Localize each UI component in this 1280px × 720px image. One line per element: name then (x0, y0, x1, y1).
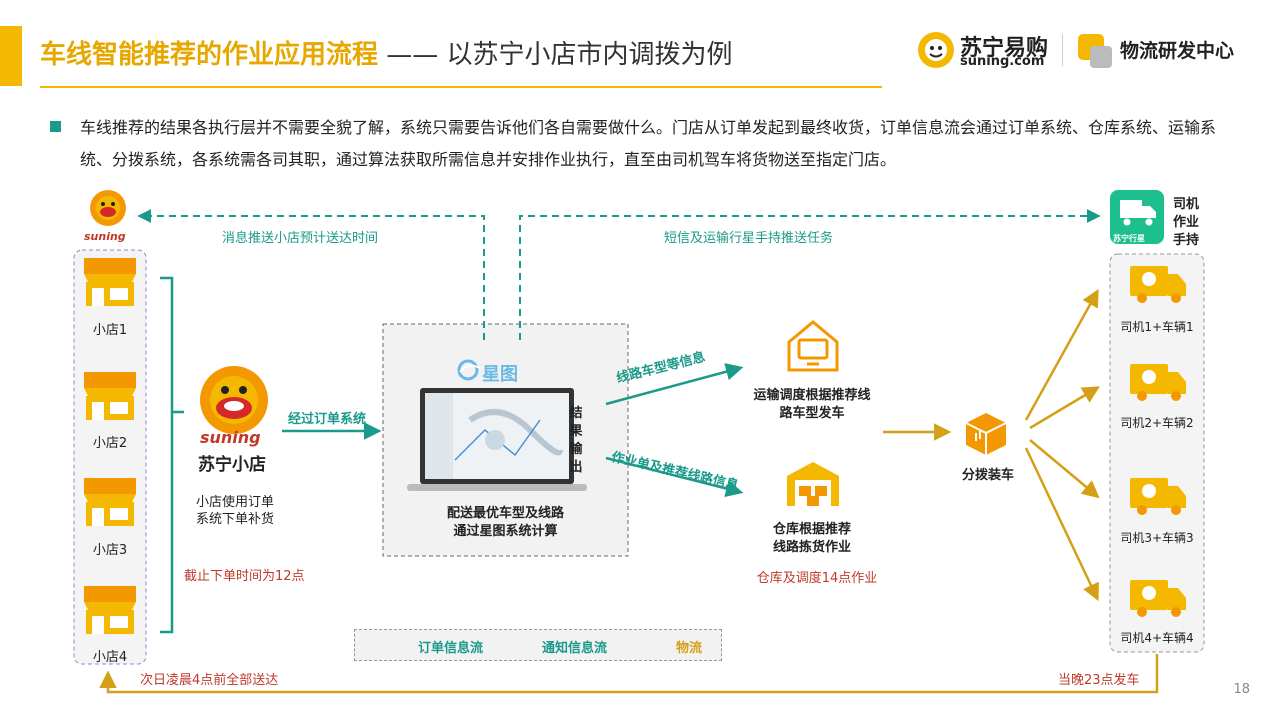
mascot-logo-text: suning (200, 428, 261, 447)
legend-logistics: 物流 (676, 641, 703, 656)
transport-monitor-icon (787, 320, 839, 372)
to-driver1-arrow (1024, 288, 1099, 421)
to-driver3-arrow (1029, 439, 1100, 499)
system-brand: 星图 (482, 364, 518, 385)
warehouse-icon (787, 462, 839, 506)
to-driver4-arrow (1024, 447, 1099, 602)
store-logo-text: suning (84, 230, 126, 243)
mascot-lion-icon (200, 366, 268, 434)
handheld-app-label: 苏宁行星 (1113, 234, 1145, 243)
store-label-1: 小店1 (92, 323, 128, 338)
legend (354, 629, 722, 661)
store-lion-icon (90, 190, 126, 226)
flow-diagram (73, 190, 1205, 694)
legend-order-flow: 订单信息流 (418, 641, 484, 656)
driver-label-4: 司机4+车辆4 (1120, 631, 1194, 645)
depart-time-label: 当晚23点发车 (1058, 673, 1140, 688)
mascot-name: 苏宁小店 (198, 455, 266, 475)
handheld-label-2: 作业 (1173, 215, 1200, 230)
warehouse-label-1: 仓库根据推荐 (772, 522, 851, 537)
handheld-label-3: 手持 (1173, 233, 1200, 248)
page-number: 18 (1233, 682, 1250, 697)
store-label-2: 小店2 (92, 436, 128, 451)
handheld-label-1: 司机 (1173, 197, 1200, 212)
notify-driver-label: 短信及运输行星手持推送任务 (664, 231, 834, 246)
store-label-4: 小店4 (92, 650, 128, 665)
store-bracket (160, 276, 184, 634)
mascot-desc-2: 系统下单补货 (195, 512, 274, 527)
driver-label-3: 司机3+车辆3 (1120, 531, 1194, 545)
sorting-box-icon (965, 413, 1007, 455)
sorting-label: 分拨装车 (961, 468, 1014, 483)
transport-label-2: 路车型发车 (779, 406, 845, 421)
notify-store-label: 消息推送小店预计送达时间 (222, 231, 379, 246)
warehouse-time-note: 仓库及调度14点作业 (756, 571, 878, 586)
driver-label-2: 司机2+车辆2 (1120, 416, 1194, 430)
legend-notify-flow: 通知信息流 (542, 641, 608, 656)
driver-label-1: 司机1+车辆1 (1120, 320, 1194, 334)
warehouse-label-2: 线路拣货作业 (772, 540, 851, 555)
deliver-all-label: 次日凌晨4点前全部送达 (140, 673, 279, 688)
transport-label-1: 运输调度根据推荐线 (753, 388, 871, 403)
system-desc-1: 配送最优车型及线路 (446, 506, 564, 521)
system-desc-2: 通过星图系统计算 (453, 524, 558, 539)
cutoff-time-note: 截止下单时间为12点 (184, 569, 305, 584)
via-order-label: 经过订单系统 (288, 412, 367, 427)
system-output-label: 结果输出 (569, 406, 583, 475)
store-label-3: 小店3 (92, 543, 128, 558)
laptop-map-icon (407, 388, 587, 491)
